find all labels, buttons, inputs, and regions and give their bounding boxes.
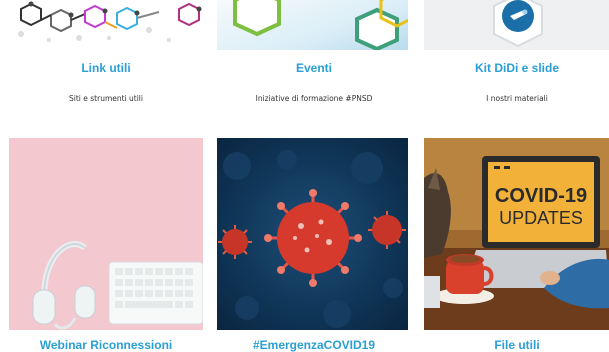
molecule-network-icon[interactable] [9,0,203,48]
screen-subtitle-text: UPDATES [499,208,583,228]
headphones-keyboard-image[interactable] [9,138,203,330]
card-title[interactable]: Eventi [217,61,411,75]
card-title[interactable]: #EmergenzaCOVID19 [217,338,411,352]
card-title[interactable]: Kit DiDi e slide [420,61,609,75]
card-kit-didi[interactable]: Kit DiDi e slide I nostri materiali [424,0,609,110]
card-title[interactable]: File utili [420,338,609,352]
card-link-utili[interactable]: Link utili Siti e strumenti utili [9,0,203,110]
card-description: Iniziative di formazione #PNSD [255,94,373,103]
toolkit-badge-icon[interactable] [424,0,609,50]
card-emergenza-covid19[interactable]: #EmergenzaCOVID19 [217,138,411,352]
card-eventi[interactable]: Eventi Iniziative di formazione #PNSD [217,0,411,110]
hexagon-pattern-icon[interactable] [217,0,408,50]
coronavirus-image[interactable] [217,138,408,330]
card-description: I nostri materiali [486,94,548,103]
screen-title-text: COVID-19 [495,185,587,207]
covid-updates-laptop-image[interactable]: COVID-19 UPDATES [424,138,609,330]
card-title[interactable]: Webinar Riconnessioni [9,338,203,352]
card-title[interactable]: Link utili [9,61,203,75]
card-description: Siti e strumenti utili [69,94,143,103]
card-webinar-riconnessioni[interactable]: Webinar Riconnessioni [9,138,203,352]
card-file-utili[interactable]: COVID-19 UPDATES File utili [424,138,609,352]
